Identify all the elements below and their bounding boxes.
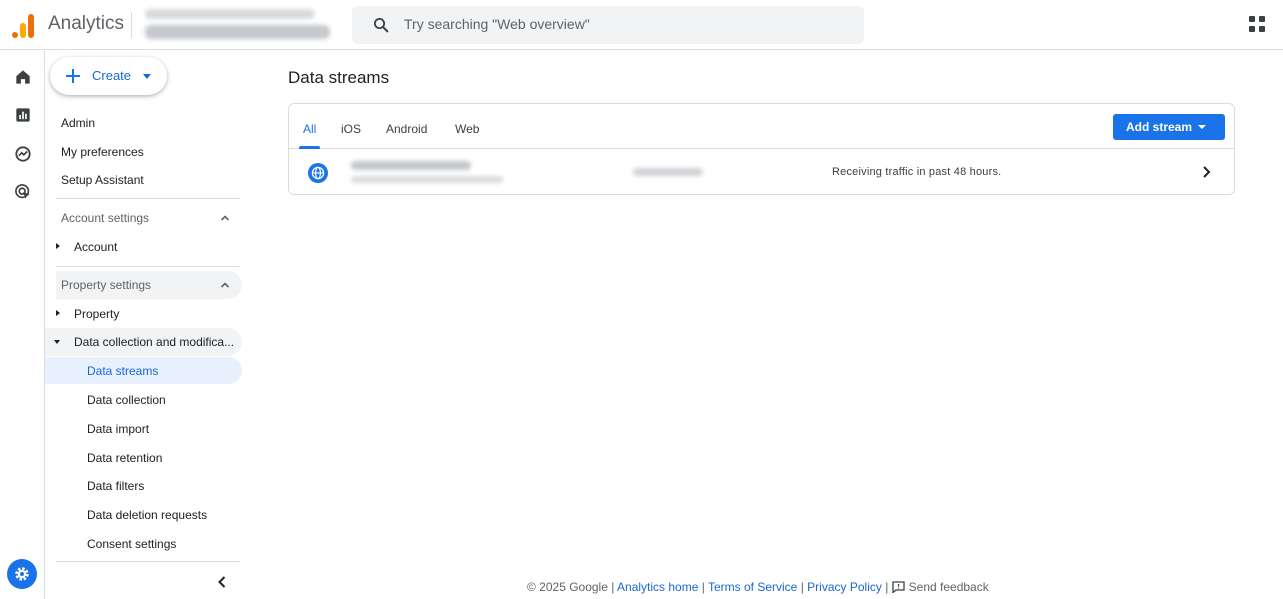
sidebar-item-data-streams[interactable]: Data streams <box>45 357 242 384</box>
tab-android[interactable]: Android <box>386 122 427 136</box>
analytics-logo-icon[interactable] <box>12 12 34 38</box>
account-selector[interactable] <box>145 7 335 43</box>
footer-separator: | <box>885 580 889 594</box>
left-rail <box>0 51 45 599</box>
sidebar-item-label: Data streams <box>87 364 159 378</box>
reports-icon[interactable] <box>13 105 33 125</box>
account-settings-label: Account settings <box>61 211 150 225</box>
page-title: Data streams <box>288 68 390 87</box>
sidebar-item-data-deletion-requests[interactable]: Data deletion requests <box>45 501 242 528</box>
property-settings-section[interactable]: Property settings <box>56 271 242 299</box>
chevron-down-icon <box>1198 125 1206 129</box>
sidebar-item-data-filters[interactable]: Data filters <box>45 472 242 499</box>
search-placeholder: Try searching "Web overview" <box>404 16 590 32</box>
nav-admin[interactable]: Admin <box>61 116 95 130</box>
footer-link-analytics-home[interactable]: Analytics home <box>617 580 698 594</box>
app-name: Analytics <box>48 13 125 34</box>
stream-id <box>633 168 703 176</box>
tree-item-property[interactable]: Property <box>45 300 242 328</box>
sidebar-item-consent-settings[interactable]: Consent settings <box>45 530 242 557</box>
nav-setup-assistant[interactable]: Setup Assistant <box>61 173 144 187</box>
footer-copyright: © 2025 Google | <box>527 580 615 594</box>
add-stream-label: Add stream <box>1126 120 1193 134</box>
chevron-up-icon <box>220 215 230 221</box>
property-settings-label: Property settings <box>61 278 152 292</box>
stream-row[interactable]: Receiving traffic in past 48 hours. <box>289 150 1234 194</box>
tab-web[interactable]: Web <box>455 122 479 136</box>
tree-item-account[interactable]: Account <box>45 233 242 261</box>
property-label: Property <box>74 307 120 321</box>
footer-link-terms[interactable]: Terms of Service <box>708 580 797 594</box>
advertising-icon[interactable] <box>13 182 33 202</box>
home-icon[interactable] <box>13 67 33 87</box>
caret-right-icon <box>56 310 60 316</box>
sidebar-item-label: Data retention <box>87 451 163 465</box>
sidebar-divider <box>56 266 240 267</box>
caret-right-icon <box>56 243 60 249</box>
feedback-icon <box>892 581 905 593</box>
explore-icon[interactable] <box>13 144 33 164</box>
stream-name <box>351 161 471 170</box>
search-bar[interactable]: Try searching "Web overview" <box>352 6 864 44</box>
send-feedback-label: Send feedback <box>908 580 989 594</box>
tree-item-data-collection[interactable]: Data collection and modifica... <box>45 328 242 356</box>
sidebar-divider <box>56 198 240 199</box>
apps-grid-icon[interactable] <box>1249 16 1265 32</box>
search-icon <box>373 17 389 33</box>
globe-icon <box>308 163 328 183</box>
header-divider <box>131 12 132 38</box>
sidebar-item-data-import[interactable]: Data import <box>45 415 242 442</box>
sidebar-item-label: Data deletion requests <box>87 508 208 522</box>
chevron-up-icon <box>220 282 230 288</box>
active-tab-indicator <box>299 146 320 149</box>
footer-separator: | <box>701 580 705 594</box>
collapse-sidebar-icon[interactable] <box>216 575 228 589</box>
sidebar-item-data-retention[interactable]: Data retention <box>45 444 242 471</box>
sidebar-item-label: Consent settings <box>87 537 177 551</box>
nav-my-preferences[interactable]: My preferences <box>61 145 144 159</box>
sidebar-item-label: Data filters <box>87 479 145 493</box>
tab-all[interactable]: All <box>303 122 316 136</box>
send-feedback-link[interactable]: Send feedback <box>892 580 989 594</box>
data-streams-card: All iOS Android Web Add stream Receiving… <box>288 103 1235 195</box>
account-settings-section[interactable]: Account settings <box>56 204 242 232</box>
tab-ios[interactable]: iOS <box>341 122 361 136</box>
plus-icon <box>66 69 80 83</box>
sidebar-item-label: Data collection <box>87 393 166 407</box>
data-collection-label: Data collection and modifica... <box>74 335 235 349</box>
chevron-right-icon[interactable] <box>1201 165 1211 179</box>
account-label: Account <box>74 240 118 254</box>
stream-url <box>351 176 503 183</box>
caret-down-icon <box>54 340 60 344</box>
footer: © 2025 Google | Analytics home | Terms o… <box>527 580 989 594</box>
chevron-down-icon <box>143 74 151 79</box>
footer-link-privacy[interactable]: Privacy Policy <box>807 580 882 594</box>
top-bar: Analytics Try searching "Web overview" <box>0 0 1283 50</box>
add-stream-button[interactable]: Add stream <box>1113 114 1225 140</box>
admin-sidebar: Create Admin My preferences Setup Assist… <box>45 51 250 599</box>
admin-gear-icon[interactable] <box>7 559 37 589</box>
stream-status: Receiving traffic in past 48 hours. <box>832 166 1002 178</box>
footer-separator: | <box>800 580 804 594</box>
sidebar-item-data-collection[interactable]: Data collection <box>45 386 242 413</box>
sidebar-item-label: Data import <box>87 422 150 436</box>
sidebar-divider <box>56 561 240 562</box>
platform-tabs: All iOS Android Web Add stream <box>289 104 1234 149</box>
create-button[interactable]: Create <box>50 57 167 95</box>
create-label: Create <box>92 68 132 83</box>
